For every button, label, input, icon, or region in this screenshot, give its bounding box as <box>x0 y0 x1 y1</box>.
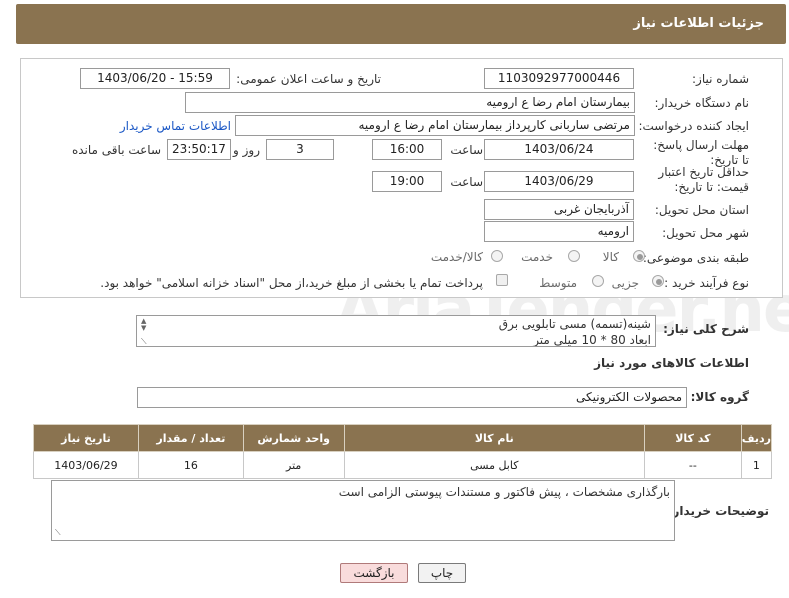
category-option-goods-service: کالا/خدمت <box>430 250 483 264</box>
print-button[interactable]: چاپ <box>418 563 466 583</box>
city-field[interactable]: ارومیه <box>484 221 634 242</box>
category-radio-service[interactable] <box>568 250 580 262</box>
announce-label: تاریخ و ساعت اعلان عمومی: <box>236 72 381 86</box>
col-quantity: تعداد / مقدار <box>137 424 244 452</box>
description-label: شرح کلی نیاز: <box>663 322 749 336</box>
resize-grip-icon[interactable]: ⟍ <box>141 338 147 346</box>
category-radio-goods[interactable] <box>633 250 645 262</box>
reply-time-label: ساعت <box>450 143 483 157</box>
buyer-notes-label: توضیحات خریدار: <box>667 504 769 518</box>
cell-unit: متر <box>242 451 345 479</box>
col-row-number: ردیف <box>740 424 773 452</box>
header-bar: جزئیات اطلاعات نیاز <box>16 4 786 44</box>
province-field[interactable]: آذربایجان غربی <box>484 199 634 220</box>
scroll-down-icon[interactable]: ▼ <box>141 325 146 332</box>
buyer-org-field[interactable]: بیمارستان امام رضا ع ارومیه <box>185 92 635 113</box>
reply-days-field[interactable]: 3 <box>266 139 334 160</box>
reply-date-field[interactable]: 1403/06/24 <box>484 139 634 160</box>
reply-deadline-label: مهلت ارسال پاسخ: تا تاریخ: <box>653 138 749 167</box>
back-button[interactable]: بازگشت <box>340 563 408 583</box>
remaining-time-field[interactable]: 23:50:17 <box>167 139 231 160</box>
description-line-2: ابعاد 80 * 10 میلی متر <box>533 333 651 347</box>
category-option-goods: کالا <box>602 250 619 264</box>
goods-group-field[interactable]: محصولات الکترونیکی <box>137 387 687 408</box>
category-option-service: خدمت <box>521 250 553 264</box>
price-validity-time-field[interactable]: 19:00 <box>372 171 442 192</box>
treasury-payment-checkbox[interactable] <box>496 274 508 286</box>
cell-need-date: 1403/06/29 <box>33 451 139 479</box>
items-table: ردیف کد کالا نام کالا واحد شمارش تعداد /… <box>33 424 773 479</box>
days-label: روز و <box>233 143 260 157</box>
buyer-contact-link[interactable]: اطلاعات تماس خریدار <box>120 119 231 133</box>
requester-label: ایجاد کننده درخواست: <box>638 119 749 133</box>
purchase-radio-minor[interactable] <box>652 275 664 287</box>
remaining-label: ساعت باقی مانده <box>71 143 161 157</box>
table-row: 1 -- کابل مسی متر 16 1403/06/29 <box>33 451 773 479</box>
category-radio-goods-service[interactable] <box>491 250 503 262</box>
price-validity-label: حداقل تاریخ اعتبار قیمت: تا تاریخ: <box>658 165 749 194</box>
page-title: جزئیات اطلاعات نیاز <box>633 16 764 31</box>
need-number-label: شماره نیاز: <box>692 72 749 86</box>
reply-time-field[interactable]: 16:00 <box>372 139 442 160</box>
col-unit: واحد شمارش <box>242 424 345 452</box>
cell-row-number: 1 <box>740 451 773 479</box>
col-item-name: نام کالا <box>343 424 645 452</box>
description-line-1: شینه(تسمه) مسی تابلویی برق <box>498 317 651 331</box>
cell-item-code: -- <box>643 451 742 479</box>
col-need-date: تاریخ نیاز <box>33 424 139 452</box>
price-validity-date-field[interactable]: 1403/06/29 <box>484 171 634 192</box>
notes-resize-grip-icon[interactable]: ⟍ <box>55 529 61 537</box>
col-item-code: کد کالا <box>643 424 742 452</box>
price-validity-time-label: ساعت <box>450 175 483 189</box>
purchase-option-medium: متوسط <box>539 276 577 290</box>
cell-item-name: کابل مسی <box>343 451 645 479</box>
cell-quantity: 16 <box>137 451 244 479</box>
goods-section-title: اطلاعات کالاهای مورد نیاز <box>594 356 749 370</box>
treasury-note: پرداخت تمام یا بخشی از مبلغ خرید،از محل … <box>100 276 483 290</box>
description-textarea[interactable]: شینه(تسمه) مسی تابلویی برق ابعاد 80 * 10… <box>136 315 656 347</box>
buyer-notes-text: بارگذاری مشخصات ، پیش فاکتور و مستندات پ… <box>338 485 670 499</box>
city-label: شهر محل تحویل: <box>662 226 749 240</box>
announce-field[interactable]: 1403/06/20 - 15:59 <box>80 68 230 89</box>
requester-field[interactable]: مرتضی ساربانی کارپرداز بیمارستان امام رض… <box>235 115 635 136</box>
table-header-row: ردیف کد کالا نام کالا واحد شمارش تعداد /… <box>33 424 773 452</box>
buyer-org-label: نام دستگاه خریدار: <box>654 96 750 110</box>
purchase-radio-medium[interactable] <box>592 275 604 287</box>
purchase-type-label: نوع فرآیند خرید : <box>664 276 749 290</box>
goods-group-label: گروه کالا: <box>690 390 749 404</box>
buyer-notes-textarea[interactable]: بارگذاری مشخصات ، پیش فاکتور و مستندات پ… <box>51 480 675 541</box>
need-number-field[interactable]: 1103092977000446 <box>484 68 634 89</box>
purchase-option-minor: جزیی <box>611 276 639 290</box>
province-label: استان محل تحویل: <box>654 203 749 217</box>
category-label: طبقه بندی موضوعی: <box>642 251 749 265</box>
